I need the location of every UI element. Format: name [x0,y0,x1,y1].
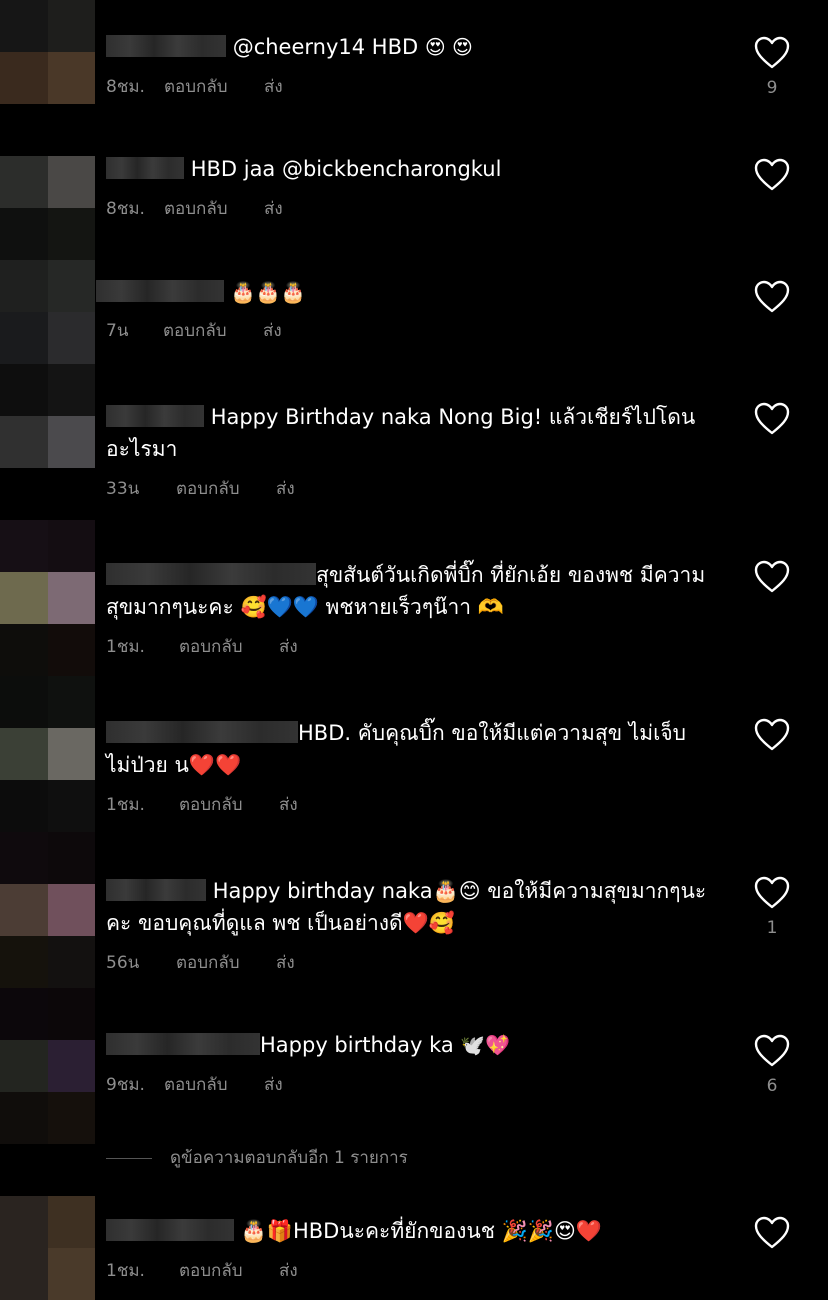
like-count: 6 [766,1076,778,1096]
username[interactable] [106,721,298,743]
username[interactable] [106,563,316,585]
reply-button[interactable]: ตอบกลับ [179,1260,279,1282]
avatar[interactable] [0,1040,95,1144]
timestamp: 1ชม. [106,637,145,657]
divider [106,1157,152,1159]
like-heart-icon[interactable] [754,36,790,70]
reply-button[interactable]: ตอบกลับ [179,636,279,658]
avatar[interactable] [0,624,95,728]
timestamp: 8ชม. [106,199,145,219]
like-heart-icon[interactable] [754,560,790,594]
username[interactable] [106,1033,260,1055]
send-button[interactable]: ส่ง [279,1260,298,1282]
reply-button[interactable]: ตอบกลับ [164,76,264,98]
timestamp: 8ชม. [106,77,145,97]
avatar[interactable] [0,0,95,104]
avatar[interactable] [0,728,95,832]
username[interactable] [106,405,204,427]
reply-button[interactable]: ตอบกลับ [163,320,263,342]
like-heart-icon[interactable] [754,876,790,910]
username[interactable] [106,879,206,901]
timestamp: 7น [106,321,129,341]
username[interactable] [106,35,226,57]
comment-emoji: 🎂🎂🎂 [230,280,306,304]
avatar[interactable] [0,520,95,624]
timestamp: 33น [106,479,140,499]
like-count: 1 [766,918,778,938]
avatar[interactable] [0,260,95,364]
comment-text: @cheerny14 HBD [232,35,419,59]
reply-button[interactable]: ตอบกลับ [176,952,276,974]
username[interactable] [106,157,184,179]
like-heart-icon[interactable] [754,718,790,752]
send-button[interactable]: ส่ง [276,952,295,974]
avatar[interactable] [0,832,95,936]
timestamp: 1ชม. [106,1261,145,1281]
comment-emoji: 😍 😍 [424,35,473,59]
comment-emoji: 🕊️💖 [460,1033,511,1057]
comment-text: HBD jaa @bickbencharongkul [190,157,502,181]
timestamp: 1ชม. [106,795,145,815]
username[interactable] [96,280,224,302]
reply-button[interactable]: ตอบกลับ [164,198,264,220]
avatar[interactable] [0,364,95,468]
username[interactable] [106,1219,234,1241]
view-more-label: ดูข้อความตอบกลับอีก 1 รายการ [170,1148,408,1168]
like-heart-icon[interactable] [754,280,790,314]
like-heart-icon[interactable] [754,1034,790,1068]
avatar[interactable] [0,1196,95,1300]
send-button[interactable]: ส่ง [279,794,298,816]
send-button[interactable]: ส่ง [279,636,298,658]
avatar[interactable] [0,936,95,1040]
send-button[interactable]: ส่ง [276,478,295,500]
reply-button[interactable]: ตอบกลับ [164,1074,264,1096]
reply-button[interactable]: ตอบกลับ [176,478,276,500]
send-button[interactable]: ส่ง [264,76,283,98]
like-heart-icon[interactable] [754,402,790,436]
timestamp: 9ชม. [106,1075,145,1095]
send-button[interactable]: ส่ง [263,320,282,342]
timestamp: 56น [106,953,140,973]
avatar-column [0,0,95,1300]
view-more-replies[interactable]: ดูข้อความตอบกลับอีก 1 รายการ [106,1144,408,1171]
like-heart-icon[interactable] [754,1216,790,1250]
comment-text: Happy birthday ka [260,1033,454,1057]
reply-button[interactable]: ตอบกลับ [179,794,279,816]
avatar[interactable] [0,156,95,260]
send-button[interactable]: ส่ง [264,198,283,220]
send-button[interactable]: ส่ง [264,1074,283,1096]
like-heart-icon[interactable] [754,158,790,192]
like-count: 9 [766,78,778,98]
comment-text: 🎂🎁HBDนะคะที่ยักของนช 🎉🎉😍❤️ [240,1219,603,1243]
